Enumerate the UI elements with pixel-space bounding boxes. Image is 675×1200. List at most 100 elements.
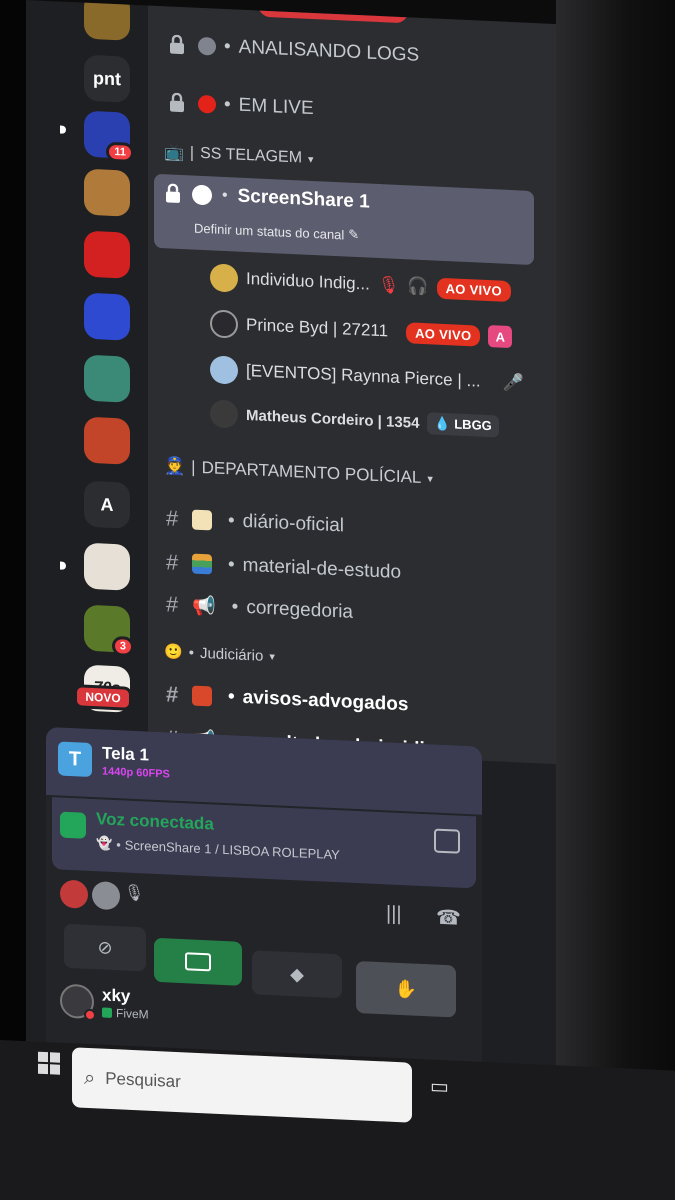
server-icon-landscape[interactable]: [84, 354, 130, 403]
voice-status[interactable]: Voz conectada: [96, 809, 214, 834]
search-placeholder: Pesquisar: [105, 1068, 181, 1092]
lock-icon: [166, 33, 188, 56]
user-avatar: [60, 983, 96, 1022]
soundboard-button[interactable]: ✋: [356, 960, 456, 1018]
avatar: [210, 263, 238, 293]
new-badge[interactable]: NOVO: [74, 684, 132, 711]
mic-off-icon: 🎤: [502, 372, 524, 393]
activity-icon: ◆: [290, 963, 304, 985]
server-icon-photo-2[interactable]: 3: [84, 604, 134, 657]
server-icon-character[interactable]: [84, 542, 130, 591]
voice-channel[interactable]: • ANALISANDO LOGS: [166, 26, 546, 79]
status-dot-red-icon: [198, 94, 216, 114]
ghost-icon: [192, 184, 212, 206]
hand-icon: ✋: [394, 978, 418, 1000]
text-channel[interactable]: # • diário-oficial: [166, 500, 546, 553]
signal-icon: [60, 811, 86, 839]
avatar: [92, 880, 120, 911]
chevron-down-icon: ▾: [427, 472, 433, 485]
activity-icon: A: [488, 324, 513, 349]
screen-icon: [185, 952, 211, 972]
channel-list: 22 NOVAS MEN... • ANALISANDO LOGS • EM L…: [148, 0, 556, 765]
task-view-icon[interactable]: ▭: [430, 1074, 449, 1100]
mic-muted-icon: 🎙: [377, 274, 400, 295]
server-icon-photo[interactable]: [84, 168, 130, 217]
server-icon-gold[interactable]: [84, 0, 130, 41]
server-pnt[interactable]: pnt: [84, 54, 130, 103]
chevron-down-icon: ▾: [308, 153, 314, 166]
status-dot-gray-icon: [198, 36, 216, 56]
category-departamento[interactable]: 👮 | DEPARTAMENTO POLÍCIAL ▾: [164, 456, 433, 488]
briefcase-icon: [192, 685, 212, 707]
avatar: [210, 309, 238, 339]
hash-icon: #: [166, 549, 179, 575]
chevron-down-icon: ▾: [269, 650, 275, 663]
server-icon-group[interactable]: [84, 416, 130, 465]
stream-avatar: T: [58, 741, 92, 777]
channel-name: EM LIVE: [238, 94, 314, 120]
live-badge: AO VIVO: [436, 277, 511, 302]
voice-user[interactable]: Individuo Indig... 🎙 🎧 AO VIVO: [210, 260, 511, 308]
channel-name: ScreenShare 1: [237, 185, 370, 213]
dnd-status-icon: [84, 1008, 96, 1022]
new-mentions-banner[interactable]: 22 NOVAS MEN...: [258, 0, 408, 24]
server-icon-blue[interactable]: 11: [84, 110, 134, 163]
live-badge: AO VIVO: [406, 321, 481, 347]
camera-off-button[interactable]: ⊘: [64, 923, 146, 972]
voice-user[interactable]: Prince Byd | 27211 AO VIVO A: [210, 306, 513, 354]
desktop-background: [556, 0, 675, 1200]
mention-badge: 3: [111, 635, 134, 657]
server-icon-graffiti[interactable]: [84, 292, 130, 341]
drop-icon: 💧: [434, 415, 451, 432]
search-icon: ⌕: [84, 1066, 96, 1089]
stream-title: Tela 1: [102, 743, 149, 765]
hash-icon: #: [166, 681, 179, 707]
deafened-icon: 🎧: [407, 276, 429, 297]
search-box[interactable]: ⌕ Pesquisar: [72, 1047, 412, 1123]
avatar: [60, 879, 88, 909]
text-channel[interactable]: # • avisos-advogados: [166, 676, 546, 729]
channel-status[interactable]: Definir um status do canal: [194, 220, 344, 242]
category-judiciario[interactable]: 🙂 • Judiciário ▾: [164, 642, 275, 665]
channel-name: ANALISANDO LOGS: [238, 36, 420, 66]
participants-row: 🎙: [60, 879, 145, 912]
active-voice-channel[interactable]: • ScreenShare 1 Definir um status do can…: [154, 173, 534, 266]
lock-icon: [166, 183, 180, 203]
video-off-icon: ⊘: [97, 936, 113, 958]
disconnect-screen-icon[interactable]: [434, 828, 460, 854]
server-icon-red[interactable]: [84, 230, 130, 279]
megaphone-icon: 📢: [192, 595, 216, 618]
stream-quality: 1440p 60FPS: [102, 765, 170, 781]
server-a[interactable]: A: [84, 480, 130, 529]
hash-icon: #: [166, 505, 179, 531]
voice-user[interactable]: [EVENTOS] Raynna Pierce | ... 🎤: [210, 352, 524, 400]
police-icon: 👮: [164, 456, 186, 477]
lock-icon: [166, 91, 188, 114]
pencil-icon[interactable]: ✎: [348, 227, 359, 243]
voice-channel[interactable]: • EM LIVE: [166, 84, 546, 137]
tv-icon: 📺: [164, 144, 184, 163]
mention-badge: 11: [106, 141, 134, 163]
hangup-icon[interactable]: ☎: [436, 905, 461, 931]
windows-start-icon[interactable]: [38, 1051, 60, 1075]
avatar: [210, 399, 238, 429]
unread-pill: [60, 125, 66, 134]
game-icon: [102, 1007, 112, 1018]
category-ss-telagem[interactable]: 📺 | SS TELAGEM ▾: [164, 142, 314, 169]
voice-user[interactable]: Matheus Cordeiro | 1354 💧 LBGG: [210, 396, 499, 443]
avatar: [210, 355, 238, 385]
books-icon: [192, 553, 212, 575]
mic-icon: 🎙: [124, 884, 145, 903]
unread-pill: [60, 561, 66, 570]
username: xky: [102, 985, 131, 1006]
clan-tag: 💧 LBGG: [427, 412, 499, 438]
screenshare-button[interactable]: [154, 937, 242, 986]
user-area[interactable]: xky FiveM: [60, 983, 149, 1022]
ghost-icon: 👻: [96, 835, 113, 851]
hash-icon: #: [166, 591, 179, 617]
soundboard-icon[interactable]: |||: [386, 902, 402, 926]
user-activity: FiveM: [116, 1006, 149, 1022]
activities-button[interactable]: ◆: [252, 950, 342, 999]
voice-location[interactable]: ScreenShare 1 / LISBOA ROLEPLAY: [125, 837, 340, 862]
clipboard-icon: [192, 509, 212, 531]
